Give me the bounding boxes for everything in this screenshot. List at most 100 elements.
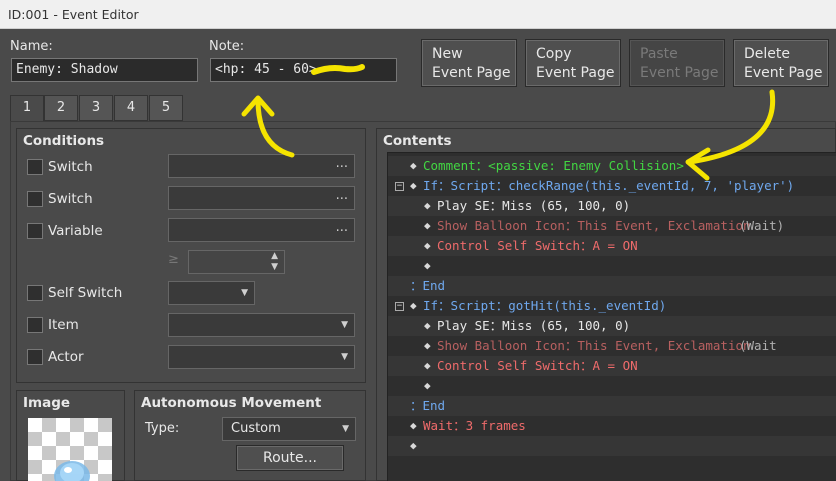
contents-title: Contents [383,133,452,149]
variable-label: Variable [48,223,103,239]
diamond-icon: ◆ [410,179,417,192]
switch1-label: Switch [48,159,93,175]
switch1-checkbox[interactable] [27,159,43,175]
diamond-icon: ◆ [424,259,431,272]
play-se-command: Play SE：Miss (65, 100, 0) [437,318,631,333]
self-switch-label: Self Switch [48,285,123,301]
actor-dropdown[interactable]: ▼ [168,345,355,369]
name-field[interactable]: Enemy: Shadow [11,58,198,82]
diamond-icon: ◆ [410,439,417,452]
movement-type-dropdown[interactable]: Custom ▼ [222,417,356,441]
item-checkbox[interactable] [27,317,43,333]
spinner-down-icon[interactable]: ▼ [271,256,278,278]
autonomous-movement-title: Autonomous Movement [141,395,322,411]
tab-page-3[interactable]: 3 [79,95,113,121]
diamond-icon: ◆ [424,359,431,372]
event-image-preview[interactable] [28,418,112,481]
switch1-selector[interactable]: ... [168,154,355,178]
chevron-down-icon: ▼ [241,288,248,298]
variable-checkbox[interactable] [27,223,43,239]
diamond-icon: ◆ [424,199,431,212]
chevron-down-icon: ▼ [341,320,348,330]
command-row[interactable]: ：End [388,396,836,416]
note-arrow-head [241,95,275,117]
switch2-browse-icon: ... [335,188,348,203]
diamond-icon: ◆ [410,159,417,172]
switch1-browse-icon: ... [335,156,348,171]
command-row[interactable]: ◆ [388,376,836,396]
control-self-switch-command: Control Self Switch：A = ON [437,238,638,253]
copy-event-page-line1: Copy [536,46,572,62]
tab-page-1[interactable]: 1 [10,95,44,123]
diamond-icon: ◆ [424,339,431,352]
tab-page-2[interactable]: 2 [44,95,78,121]
wait-flag: (Wait [739,338,777,353]
play-se-command: Play SE：Miss (65, 100, 0) [437,198,631,213]
variable-browse-icon: ... [335,220,348,235]
route-button[interactable]: Route... [236,445,344,471]
if-script-command: If：Script：gotHit(this._eventId) [423,298,667,313]
command-row[interactable] [388,456,836,476]
copy-event-page-line2: Event Page [536,65,615,81]
command-list[interactable]: ◆ Comment：<passive: Enemy Collision> − ◆… [387,152,836,481]
new-event-page-line1: New [432,46,463,62]
image-title: Image [23,395,71,411]
new-event-page-button[interactable]: New Event Page [421,39,517,87]
comment-command: Comment：<passive: Enemy Collision> [423,158,684,173]
diamond-icon: ◆ [410,419,417,432]
movement-type-value: Custom [231,421,281,436]
wait-command: Wait：3 frames [423,418,526,433]
window-title: ID:001 - Event Editor [8,7,139,22]
window-titlebar: ID:001 - Event Editor [0,0,836,29]
gte-symbol: ≥ [168,252,179,267]
chevron-down-icon: ▼ [342,424,349,434]
command-row[interactable]: ◆ Show Balloon Icon：This Event, Exclamat… [388,216,836,236]
copy-event-page-button[interactable]: Copy Event Page [525,39,621,87]
paste-event-page-line2: Event Page [640,65,719,81]
command-row[interactable]: ◆ Comment：<passive: Enemy Collision> [388,156,836,176]
name-label: Name: [10,39,53,54]
delete-event-page-line2: Event Page [744,65,823,81]
command-row[interactable]: ◆ Show Balloon Icon：This Event, Exclamat… [388,336,836,356]
tab-page-5[interactable]: 5 [149,95,183,121]
command-row[interactable]: ：End [388,276,836,296]
diamond-icon: ◆ [424,239,431,252]
switch2-selector[interactable]: ... [168,186,355,210]
variable-value-spinner[interactable]: ▲ ▼ [188,250,285,274]
collapse-icon[interactable]: − [395,302,404,311]
switch2-checkbox[interactable] [27,191,43,207]
new-event-page-line2: Event Page [432,65,511,81]
self-switch-dropdown[interactable]: ▼ [168,281,255,305]
delete-event-page-line1: Delete [744,46,790,62]
item-label: Item [48,317,79,333]
collapse-icon[interactable]: − [395,182,404,191]
control-self-switch-command: Control Self Switch：A = ON [437,358,638,373]
note-label: Note: [209,39,245,54]
command-row[interactable]: ◆ Control Self Switch：A = ON [388,356,836,376]
command-row[interactable]: − ◆ If：Script：gotHit(this._eventId) [388,296,836,316]
movement-type-label: Type: [145,421,180,436]
self-switch-checkbox[interactable] [27,285,43,301]
tab-page-4[interactable]: 4 [114,95,148,121]
delete-event-page-button[interactable]: Delete Event Page [733,39,829,87]
item-dropdown[interactable]: ▼ [168,313,355,337]
paste-event-page-button[interactable]: Paste Event Page [629,39,725,87]
command-row[interactable]: ◆ Wait：3 frames [388,416,836,436]
command-row[interactable]: ◆ [388,256,836,276]
diamond-icon: ◆ [424,319,431,332]
paste-event-page-line1: Paste [640,46,678,62]
command-row[interactable]: ◆ [388,436,836,456]
diamond-icon: ◆ [424,219,431,232]
command-row[interactable]: ◆ Play SE：Miss (65, 100, 0) [388,316,836,336]
command-row[interactable]: − ◆ If：Script：checkRange(this._eventId, … [388,176,836,196]
actor-checkbox[interactable] [27,349,43,365]
shadow-sprite-icon [54,461,90,481]
if-script-command: If：Script：checkRange(this._eventId, 7, '… [423,178,795,193]
command-row[interactable]: ◆ Play SE：Miss (65, 100, 0) [388,196,836,216]
diamond-icon: ◆ [424,379,431,392]
command-row[interactable]: ◆ Control Self Switch：A = ON [388,236,836,256]
variable-selector[interactable]: ... [168,218,355,242]
note-field[interactable]: <hp: 45 - 60> [210,58,397,82]
end-command: ：End [410,278,446,293]
actor-label: Actor [48,349,84,365]
